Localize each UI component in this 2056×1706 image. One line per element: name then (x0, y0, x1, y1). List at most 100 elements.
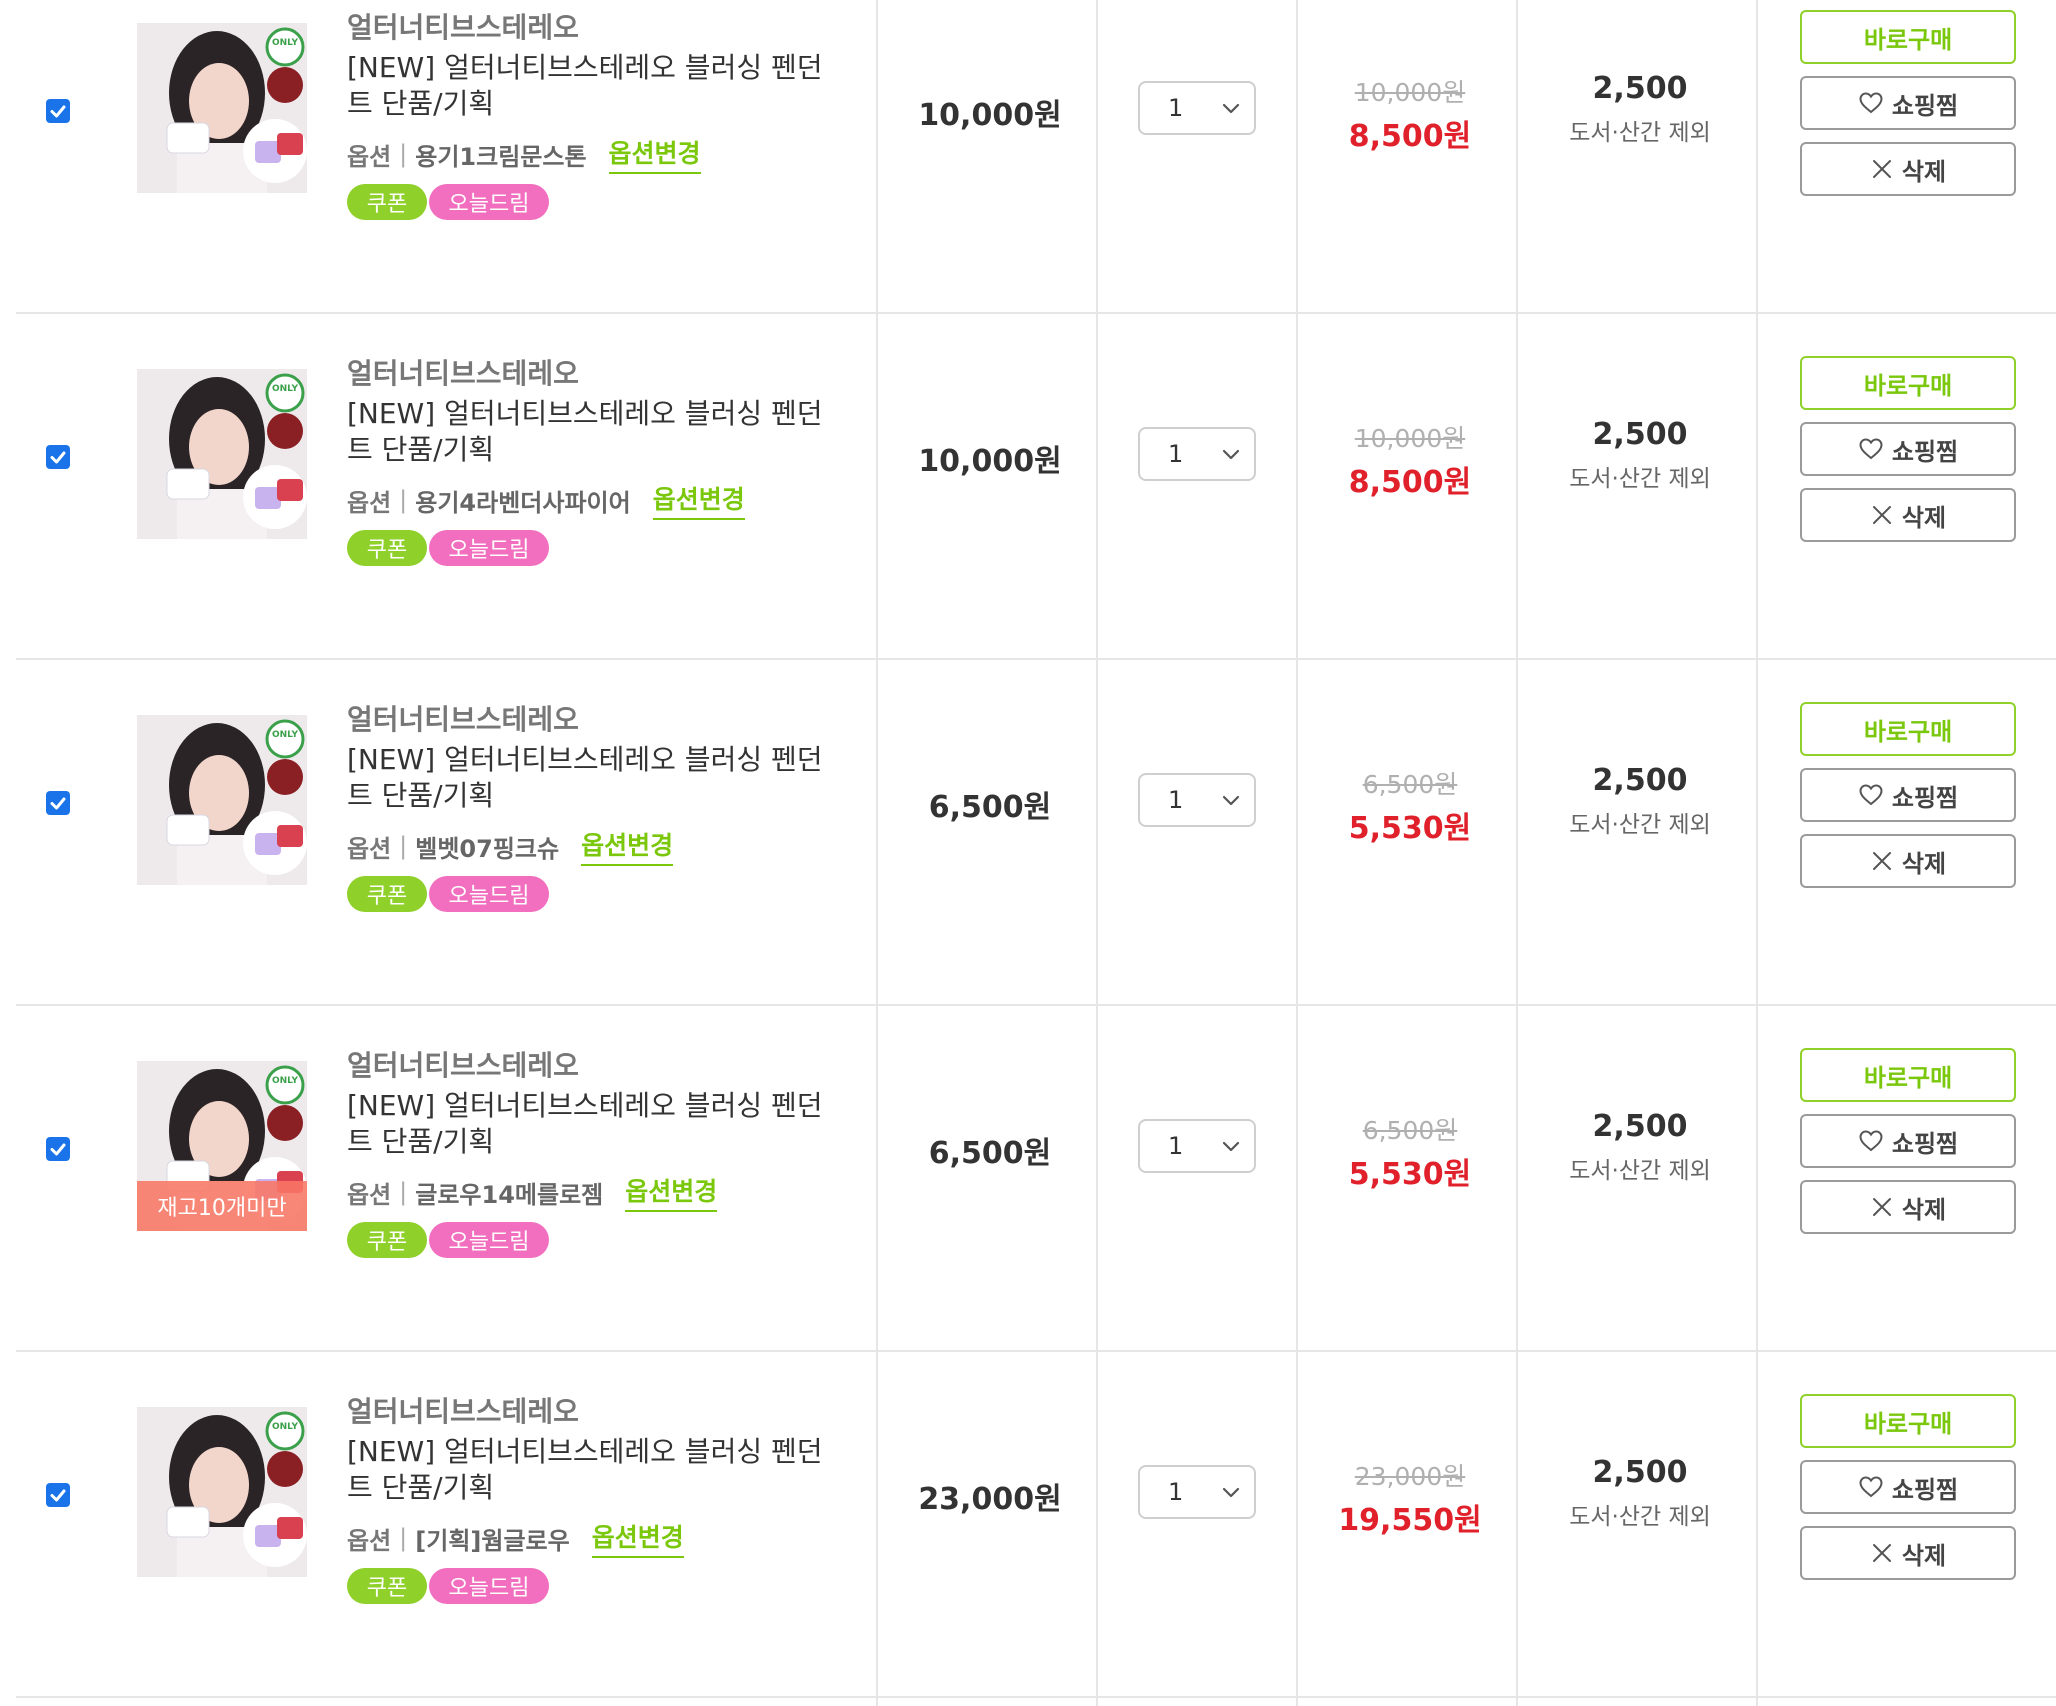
coupon-tag: 쿠폰 (347, 530, 427, 566)
quantity-select[interactable]: 1 (1138, 773, 1256, 827)
option-change-link[interactable]: 옵션변경 (591, 1518, 684, 1558)
product-name[interactable]: [NEW] 얼터너티브스테레오 블러싱 펜던트 단품/기획 (347, 396, 827, 468)
quantity-select[interactable]: 1 (1138, 81, 1256, 135)
today-delivery-tag: 오늘드림 (429, 184, 549, 220)
brand-name[interactable]: 얼터너티브스테레오 (347, 1390, 579, 1430)
quantity-select[interactable]: 1 (1138, 1119, 1256, 1173)
option-value: 벨벳07핑크슈 (415, 834, 560, 863)
wishlist-button[interactable]: 쇼핑찜 (1800, 422, 2016, 476)
option-change-link[interactable]: 옵션변경 (581, 826, 674, 866)
quantity-select[interactable]: 1 (1138, 427, 1256, 481)
buy-now-label: 바로구매 (1863, 717, 1953, 746)
heart-icon (1859, 1476, 1883, 1498)
delete-button[interactable]: 삭제 (1800, 488, 2016, 542)
product-name[interactable]: [NEW] 얼터너티브스테레오 블러싱 펜던트 단품/기획 (347, 742, 827, 814)
option-change-link[interactable]: 옵션변경 (608, 134, 701, 174)
shipping-note: 도서·산간 제외 (1569, 120, 1711, 146)
check-icon (50, 1489, 66, 1502)
option-line: 옵션 | 용기1크림문스톤 옵션변경 (347, 134, 701, 174)
quantity-value: 1 (1168, 1132, 1184, 1160)
close-icon (1872, 1198, 1891, 1216)
buy-now-label: 바로구매 (1863, 1063, 1953, 1092)
original-price: 10,000원 (1354, 424, 1466, 453)
close-icon (1872, 1544, 1891, 1562)
tag-list: 쿠폰 오늘드림 (347, 876, 549, 912)
buy-now-button[interactable]: 바로구매 (1800, 1394, 2016, 1448)
item-checkbox[interactable] (46, 1483, 70, 1507)
chevron-down-icon (1222, 103, 1240, 114)
delete-label: 삭제 (1901, 503, 1947, 532)
sale-price: 5,530원 (1348, 811, 1472, 846)
buy-now-button[interactable]: 바로구매 (1800, 10, 2016, 64)
option-line: 옵션 | 글로우14메를로젬 옵션변경 (347, 1172, 718, 1212)
sale-price: 8,500원 (1348, 465, 1472, 500)
chevron-down-icon (1222, 795, 1240, 806)
quantity-select[interactable]: 1 (1138, 1465, 1256, 1519)
item-checkbox[interactable] (46, 791, 70, 815)
sale-price: 8,500원 (1348, 119, 1472, 154)
coupon-tag: 쿠폰 (347, 1222, 427, 1258)
product-name[interactable]: [NEW] 얼터너티브스테레오 블러싱 펜던트 단품/기획 (347, 50, 827, 122)
heart-icon (1859, 438, 1883, 460)
delete-button[interactable]: 삭제 (1800, 834, 2016, 888)
low-stock-badge: 재고10개미만 (137, 1181, 307, 1231)
shipping-note: 도서·산간 제외 (1569, 1158, 1711, 1184)
today-delivery-tag: 오늘드림 (429, 1222, 549, 1258)
brand-name[interactable]: 얼터너티브스테레오 (347, 352, 579, 392)
coupon-tag: 쿠폰 (347, 876, 427, 912)
check-icon (50, 105, 66, 118)
option-value: 용기1크림문스톤 (415, 142, 587, 171)
option-change-link[interactable]: 옵션변경 (625, 1172, 718, 1212)
product-thumbnail[interactable]: ONLY (137, 1407, 307, 1577)
cart-item-row: ONLY 재고10개미만 얼터너티브스테레오 [NEW] 얼터너티브스테레오 블… (0, 1006, 2056, 1352)
option-change-link[interactable]: 옵션변경 (652, 480, 745, 520)
quantity-value: 1 (1168, 94, 1184, 122)
option-separator: | (399, 1524, 408, 1552)
brand-name[interactable]: 얼터너티브스테레오 (347, 1044, 579, 1084)
delete-label: 삭제 (1901, 1195, 1947, 1224)
product-thumbnail[interactable]: ONLY 재고10개미만 (137, 1061, 307, 1231)
buy-now-button[interactable]: 바로구매 (1800, 1048, 2016, 1102)
wishlist-button[interactable]: 쇼핑찜 (1800, 1114, 2016, 1168)
original-price: 6,500원 (1362, 1116, 1458, 1145)
unit-price: 6,500원 (928, 1136, 1052, 1171)
wishlist-button[interactable]: 쇼핑찜 (1800, 76, 2016, 130)
tag-list: 쿠폰 오늘드림 (347, 1568, 549, 1604)
item-checkbox[interactable] (46, 445, 70, 469)
product-thumbnail[interactable]: ONLY (137, 369, 307, 539)
brand-name[interactable]: 얼터너티브스테레오 (347, 6, 579, 46)
heart-icon (1859, 92, 1883, 114)
buy-now-button[interactable]: 바로구매 (1800, 356, 2016, 410)
option-value: 용기4라벤더사파이어 (415, 488, 631, 517)
only-badge-text: ONLY (272, 384, 299, 394)
item-checkbox[interactable] (46, 99, 70, 123)
brand-name[interactable]: 얼터너티브스테레오 (347, 698, 579, 738)
option-label: 옵션 (347, 1526, 392, 1555)
option-line: 옵션 | [기획]웜글로우 옵션변경 (347, 1518, 684, 1558)
cart-item-row: ONLY 얼터너티브스테레오 [NEW] 얼터너티브스테레오 블러싱 펜던트 단… (0, 0, 2056, 314)
delete-button[interactable]: 삭제 (1800, 1526, 2016, 1580)
delete-button[interactable]: 삭제 (1800, 142, 2016, 196)
product-name[interactable]: [NEW] 얼터너티브스테레오 블러싱 펜던트 단품/기획 (347, 1434, 827, 1506)
original-price: 10,000원 (1354, 78, 1466, 107)
option-separator: | (399, 486, 408, 514)
option-label: 옵션 (347, 834, 392, 863)
today-delivery-tag: 오늘드림 (429, 876, 549, 912)
buy-now-button[interactable]: 바로구매 (1800, 702, 2016, 756)
product-thumbnail[interactable]: ONLY (137, 715, 307, 885)
wishlist-button[interactable]: 쇼핑찜 (1800, 768, 2016, 822)
item-checkbox[interactable] (46, 1137, 70, 1161)
delete-button[interactable]: 삭제 (1800, 1180, 2016, 1234)
product-name[interactable]: [NEW] 얼터너티브스테레오 블러싱 펜던트 단품/기획 (347, 1088, 827, 1160)
coupon-tag: 쿠폰 (347, 1568, 427, 1604)
wishlist-label: 쇼핑찜 (1891, 91, 1959, 120)
delete-label: 삭제 (1901, 849, 1947, 878)
option-label: 옵션 (347, 1180, 392, 1209)
option-value: 글로우14메를로젬 (415, 1180, 604, 1209)
shipping-note: 도서·산간 제외 (1569, 1504, 1711, 1530)
quantity-value: 1 (1168, 440, 1184, 468)
wishlist-label: 쇼핑찜 (1891, 783, 1959, 812)
cart-item-list: ONLY 얼터너티브스테레오 [NEW] 얼터너티브스테레오 블러싱 펜던트 단… (0, 0, 2056, 1706)
wishlist-button[interactable]: 쇼핑찜 (1800, 1460, 2016, 1514)
product-thumbnail[interactable]: ONLY (137, 23, 307, 193)
